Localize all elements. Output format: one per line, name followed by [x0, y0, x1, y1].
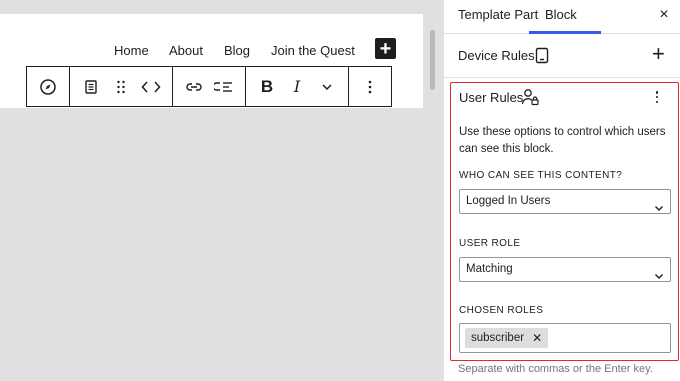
add-device-rule-button[interactable]: + [652, 42, 665, 66]
chevron-down-icon[interactable] [312, 72, 342, 102]
toolbar-group-options [349, 67, 391, 106]
toolbar-group-link [173, 67, 246, 106]
close-icon[interactable]: × [656, 5, 672, 25]
toolbar-group-format: B I [246, 67, 349, 106]
sidebar-tabs: Template Part Block × [444, 0, 680, 34]
link-icon[interactable] [179, 72, 209, 102]
nav-item-blog[interactable]: Blog [224, 43, 250, 58]
chosen-roles-label: CHOSEN ROLES [459, 305, 544, 316]
bold-button[interactable]: B [252, 72, 282, 102]
add-block-button[interactable]: + [375, 38, 396, 59]
chosen-roles-hint: Separate with commas or the Enter key. [458, 363, 653, 375]
code-arrows-icon[interactable] [136, 72, 166, 102]
nav-item-home[interactable]: Home [114, 43, 149, 58]
role-token-label: subscriber [471, 332, 525, 344]
device-rules-title[interactable]: Device Rules [458, 48, 535, 63]
chevron-down-icon [654, 198, 664, 221]
settings-sidebar: Template Part Block × Device Rules + Use… [443, 0, 680, 381]
drag-handle-icon[interactable] [106, 72, 136, 102]
user-role-select[interactable]: Matching [459, 257, 671, 282]
who-can-see-label: WHO CAN SEE THIS CONTENT? [459, 170, 623, 181]
user-lock-icon [521, 88, 539, 111]
compass-icon[interactable] [33, 72, 63, 102]
italic-button[interactable]: I [282, 72, 312, 102]
user-role-label: USER ROLE [459, 238, 521, 249]
toolbar-group-parent [27, 67, 70, 106]
editor-canvas: Home About Blog Join the Quest + B I [0, 0, 443, 381]
chosen-roles-field[interactable]: subscriber ✕ [459, 323, 671, 353]
chevron-down-icon [654, 266, 664, 289]
who-can-see-value: Logged In Users [466, 195, 551, 207]
who-can-see-select[interactable]: Logged In Users [459, 189, 671, 214]
tab-template-part[interactable]: Template Part [458, 7, 538, 22]
remove-token-icon[interactable]: ✕ [532, 332, 542, 344]
nav-item-about[interactable]: About [169, 43, 203, 58]
user-rules-title[interactable]: User Rules [459, 90, 523, 105]
user-rules-description: Use these options to control which users… [459, 126, 666, 155]
list-indent-icon[interactable] [209, 72, 239, 102]
paragraph-icon[interactable] [76, 72, 106, 102]
nav-item-join-the-quest[interactable]: Join the Quest [271, 43, 355, 58]
more-options-icon[interactable] [355, 72, 385, 102]
tablet-icon [535, 47, 549, 69]
tab-block[interactable]: Block [545, 7, 577, 22]
user-role-value: Matching [466, 263, 513, 275]
device-rules-panel[interactable]: Device Rules + [444, 34, 680, 78]
user-rules-options-icon[interactable] [651, 89, 663, 105]
canvas-scrollbar[interactable] [430, 30, 435, 90]
user-rules-panel: User Rules Use these options to control … [450, 82, 679, 361]
toolbar-group-block [70, 67, 173, 106]
block-toolbar: B I [26, 66, 392, 107]
role-token: subscriber ✕ [465, 328, 549, 348]
